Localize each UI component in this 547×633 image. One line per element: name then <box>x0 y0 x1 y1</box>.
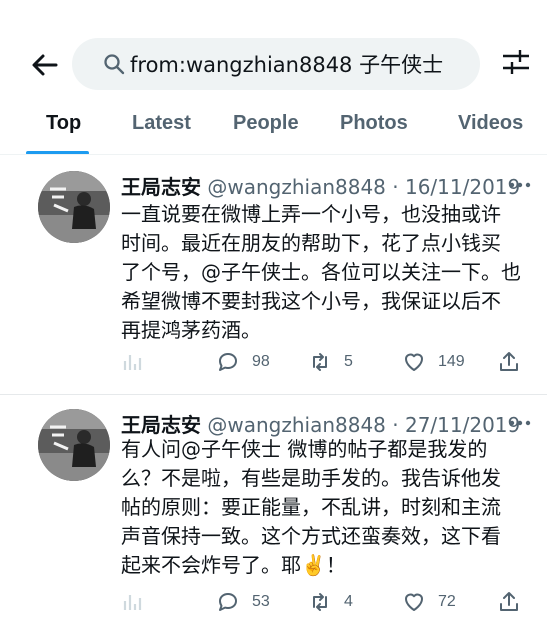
search-box[interactable] <box>72 38 480 90</box>
retweet-count: 4 <box>344 593 353 610</box>
display-name[interactable]: 王局志安 <box>121 413 201 437</box>
tweet-text: 有人问@子午侠士 微博的帖子都是我发的 么？不是啦，有些是助手发的。我告诉他发 … <box>121 437 501 577</box>
more-options-icon[interactable] <box>508 419 532 427</box>
retweet-count: 5 <box>344 353 353 370</box>
tab-latest[interactable]: Latest <box>132 112 191 135</box>
tweet-card[interactable]: 王局志安 @wangzhian8848 · 27/11/2019 有人问@子午侠… <box>0 395 547 633</box>
handle[interactable]: @wangzhian8848 <box>207 175 386 199</box>
tweet-card[interactable]: 王局志安 @wangzhian8848 · 16/11/2019 一直说要在微博… <box>0 157 547 394</box>
retweet-icon <box>313 593 327 611</box>
tweet-text: 一直说要在微博上弄一个小号，也没抽或许 时间。最近在朋友的帮助下，花了点小钱买 … <box>121 202 521 342</box>
share-button[interactable] <box>497 587 521 617</box>
like-button[interactable]: 149 <box>402 347 465 377</box>
filter-sliders-icon[interactable] <box>500 46 532 78</box>
analytics-button[interactable] <box>121 587 145 617</box>
retweet-button[interactable]: 5 <box>308 347 353 377</box>
avatar-image <box>38 171 110 243</box>
tweet-date[interactable]: · 16/11/2019 <box>392 175 520 199</box>
reply-button[interactable]: 53 <box>216 587 270 617</box>
reply-button[interactable]: 98 <box>216 347 270 377</box>
search-icon <box>104 54 125 75</box>
retweet-button[interactable]: 4 <box>308 587 353 617</box>
share-button[interactable] <box>497 347 521 377</box>
avatar[interactable] <box>38 171 110 243</box>
tweet-actions: 98 5 149 <box>0 347 547 377</box>
analytics-button[interactable] <box>121 347 145 377</box>
tab-top[interactable]: Top <box>46 112 81 135</box>
search-tabs: Top Latest People Photos Videos <box>0 100 547 155</box>
top-bar: Top Latest People Photos Videos <box>0 0 547 158</box>
like-button[interactable]: 72 <box>402 587 456 617</box>
tweet-header: 王局志安 @wangzhian8848 · 16/11/2019 <box>121 171 520 200</box>
share-icon <box>500 352 518 371</box>
retweet-icon <box>313 353 327 371</box>
avatar[interactable] <box>38 409 110 481</box>
back-arrow-icon[interactable] <box>28 48 62 82</box>
more-options-icon[interactable] <box>508 181 532 189</box>
tweet-header: 王局志安 @wangzhian8848 · 27/11/2019 <box>121 409 520 438</box>
reply-icon <box>219 593 237 611</box>
reply-icon <box>219 353 237 371</box>
like-count: 72 <box>438 593 456 610</box>
analytics-icon <box>123 355 142 370</box>
reply-count: 98 <box>252 353 270 370</box>
heart-icon <box>405 593 423 611</box>
display-name[interactable]: 王局志安 <box>121 175 201 199</box>
avatar-image <box>38 409 110 481</box>
tab-photos[interactable]: Photos <box>340 112 408 135</box>
tweet-date[interactable]: · 27/11/2019 <box>392 413 520 437</box>
tabs-divider <box>0 154 547 155</box>
tab-videos[interactable]: Videos <box>458 112 523 135</box>
like-count: 149 <box>438 353 465 370</box>
heart-icon <box>405 353 423 371</box>
analytics-icon <box>123 595 142 610</box>
tweet-actions: 53 4 72 <box>0 587 547 617</box>
reply-count: 53 <box>252 593 270 610</box>
handle[interactable]: @wangzhian8848 <box>207 413 386 437</box>
tab-people[interactable]: People <box>233 112 299 135</box>
search-input[interactable] <box>130 46 470 82</box>
share-icon <box>500 592 518 611</box>
